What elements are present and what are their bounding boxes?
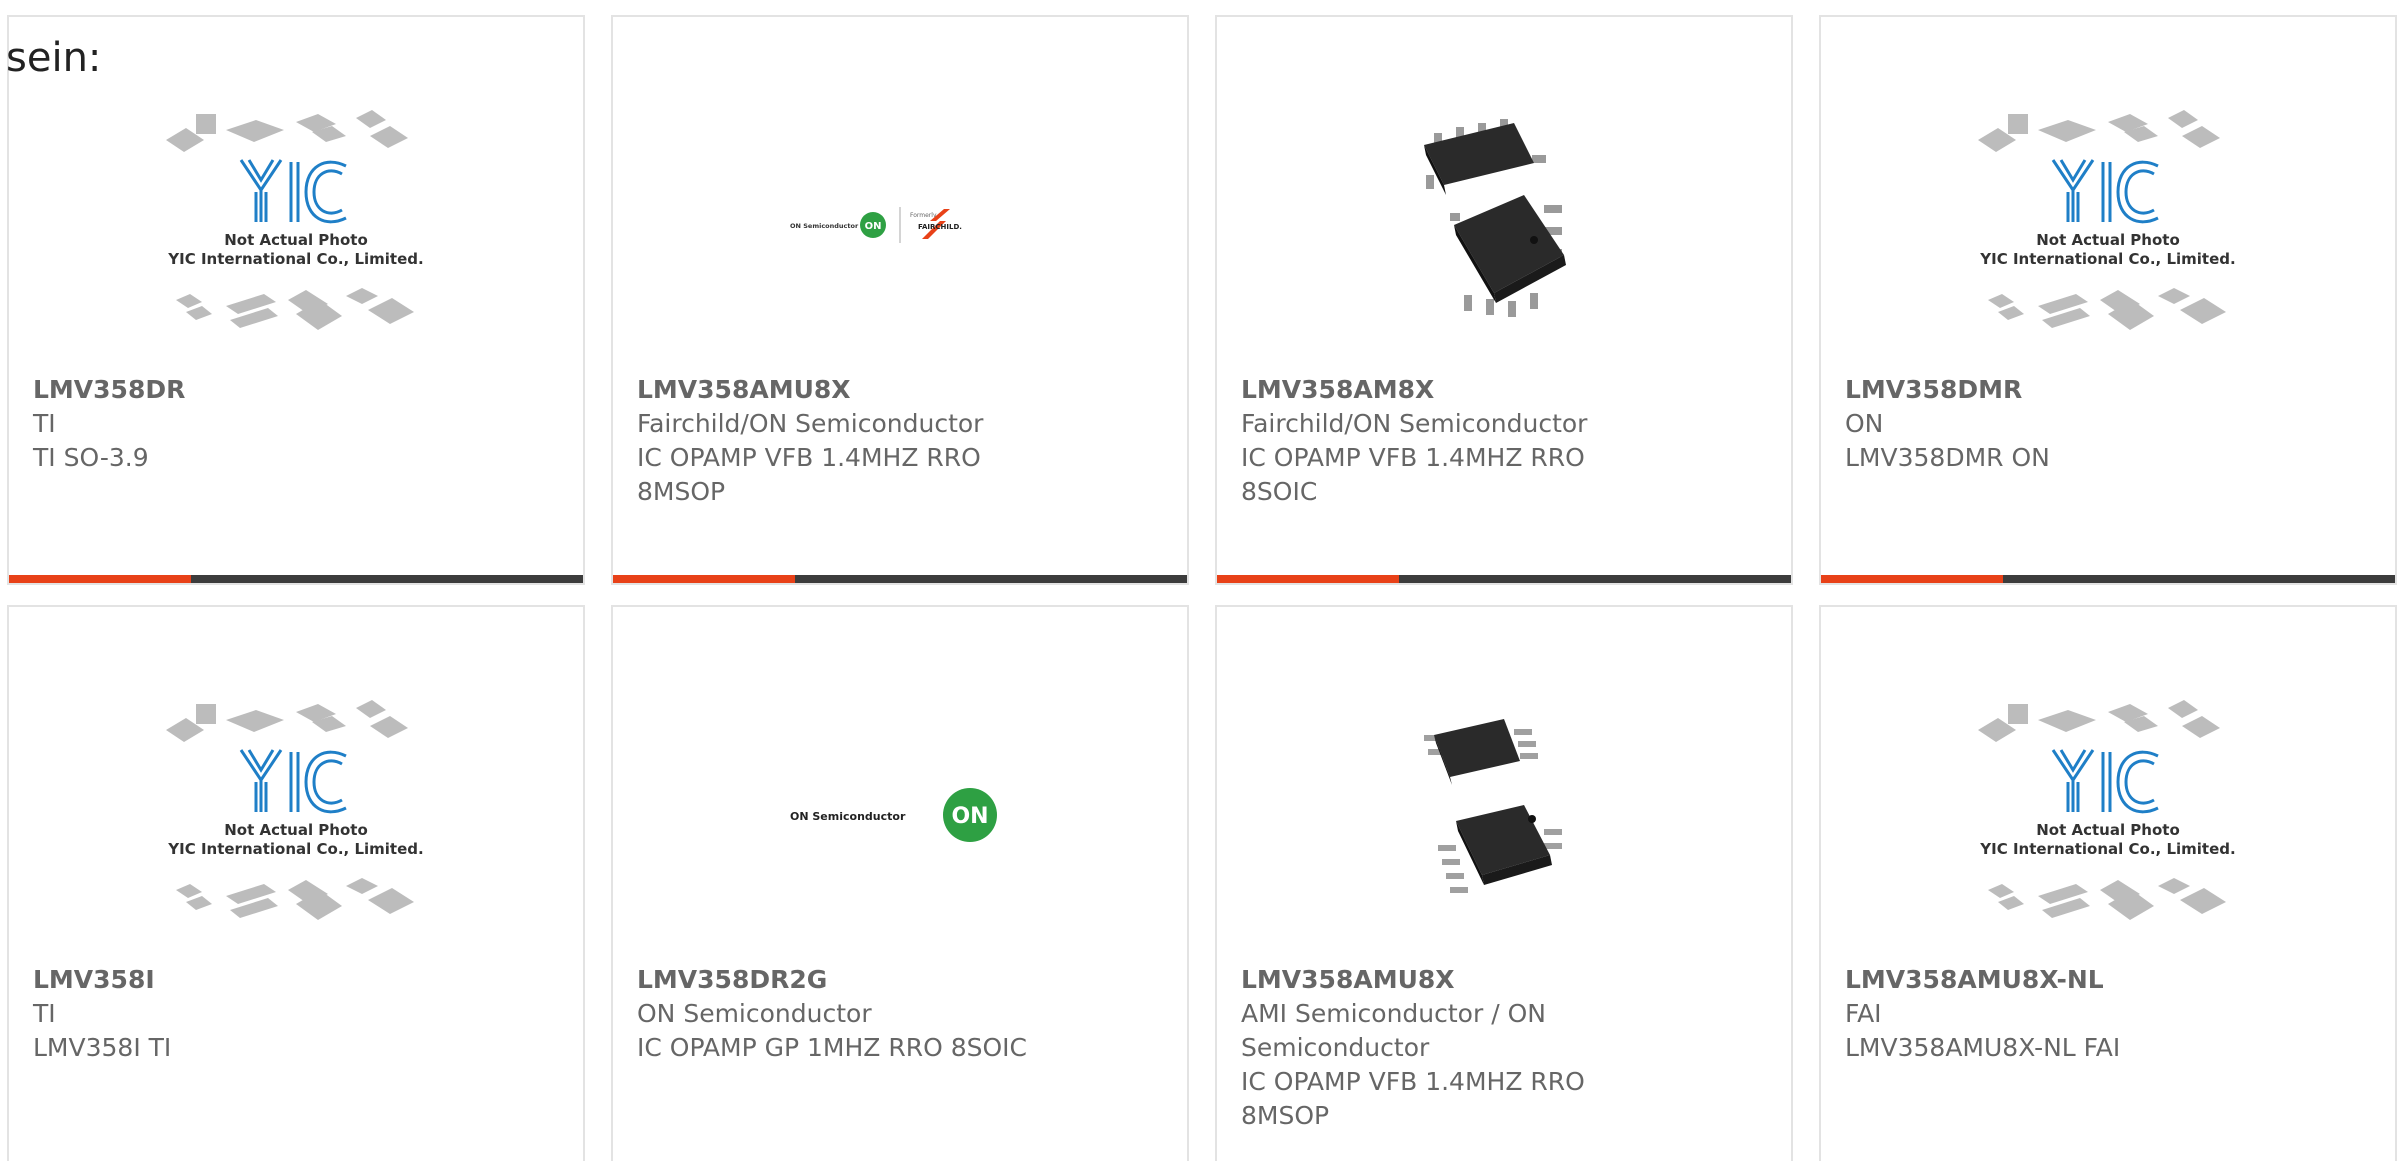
product-info: LMV358AMU8X-NL FAI LMV358AMU8X-NL FAI <box>1845 963 2371 1065</box>
product-description: IC OPAMP GP 1MHZ RRO 8SOIC <box>637 1033 1028 1062</box>
card-bottom-bar <box>1821 575 2395 583</box>
card-bottom-bar <box>9 575 583 583</box>
manufacturer: TI <box>33 409 56 438</box>
placeholder-line2: YIC International Co., Limited. <box>167 250 423 268</box>
product-info: LMV358DMR ON LMV358DMR ON <box>1845 373 2371 475</box>
on-badge-text: ON <box>951 804 988 829</box>
product-card[interactable]: LMV358AMU8X AMI Semiconductor / ON Semic… <box>1215 605 1793 1161</box>
on-fairchild-logo: ON Semiconductor ON Formerly FAIRCHILD. <box>790 207 962 243</box>
yic-placeholder-image: Not Actual Photo YIC International Co., … <box>166 110 424 330</box>
product-grid-page: sein: Not Actual Photo YIC International… <box>0 0 2400 1161</box>
part-number[interactable]: LMV358DR <box>33 373 559 407</box>
intro-text: sein: <box>6 35 102 81</box>
soic-chip-image <box>1424 119 1566 317</box>
manufacturer: ON Semiconductor <box>637 999 872 1028</box>
placeholder-line1: Not Actual Photo <box>224 231 368 249</box>
yic-placeholder-image: Not Actual Photo YIC International Co., … <box>166 700 424 920</box>
product-description: IC OPAMP VFB 1.4MHZ RRO 8SOIC <box>1241 443 1585 506</box>
on-semi-logo: ON Semiconductor ON <box>790 788 997 842</box>
product-info: LMV358DR2G ON Semiconductor IC OPAMP GP … <box>637 963 1163 1065</box>
fairchild-logo-text: FAIRCHILD. <box>918 223 962 231</box>
manufacturer: AMI Semiconductor / ON Semiconductor <box>1241 999 1546 1062</box>
part-number[interactable]: LMV358AMU8X-NL <box>1845 963 2371 997</box>
product-image: Not Actual Photo YIC International Co., … <box>1821 675 2395 955</box>
manufacturer: FAI <box>1845 999 1882 1028</box>
msop-chip-image <box>1424 719 1562 893</box>
card-bar-accent <box>9 575 191 583</box>
product-card[interactable]: Not Actual Photo YIC International Co., … <box>1819 605 2397 1161</box>
product-info: LMV358AMU8X Fairchild/ON Semiconductor I… <box>637 373 1163 509</box>
formerly-text: Formerly <box>910 212 937 219</box>
yic-placeholder-image: Not Actual Photo YIC International Co., … <box>1978 110 2236 330</box>
manufacturer: ON <box>1845 409 1884 438</box>
product-image: Not Actual Photo YIC International Co., … <box>9 85 583 365</box>
product-info: LMV358AMU8X AMI Semiconductor / ON Semic… <box>1241 963 1767 1133</box>
on-badge-text: ON <box>865 221 882 232</box>
on-semi-logo-text: ON Semiconductor <box>790 810 906 823</box>
on-semi-logo-text: ON Semiconductor <box>790 222 859 230</box>
product-info: LMV358DR TI TI SO-3.9 <box>33 373 559 475</box>
yic-placeholder-image: Not Actual Photo YIC International Co., … <box>1978 700 2236 920</box>
part-number[interactable]: LMV358I <box>33 963 559 997</box>
product-card[interactable]: LMV358AM8X Fairchild/ON Semiconductor IC… <box>1215 15 1793 585</box>
product-image: Not Actual Photo YIC International Co., … <box>1821 85 2395 365</box>
product-card[interactable]: Not Actual Photo YIC International Co., … <box>7 15 585 585</box>
product-card[interactable]: Not Actual Photo YIC International Co., … <box>1819 15 2397 585</box>
product-description: LMV358AMU8X-NL FAI <box>1845 1033 2121 1062</box>
product-description: TI SO-3.9 <box>33 443 149 472</box>
product-description: LMV358I TI <box>33 1033 172 1062</box>
card-bottom-bar <box>1217 575 1791 583</box>
placeholder-line1: Not Actual Photo <box>224 821 368 839</box>
product-image: ON Semiconductor ON Formerly FAIRCHILD. <box>613 85 1187 365</box>
placeholder-line2: YIC International Co., Limited. <box>167 840 423 858</box>
placeholder-line2: YIC International Co., Limited. <box>1979 250 2235 268</box>
placeholder-line2: YIC International Co., Limited. <box>1979 840 2235 858</box>
part-number[interactable]: LMV358AMU8X <box>1241 963 1767 997</box>
placeholder-line1: Not Actual Photo <box>2036 231 2180 249</box>
card-bar-accent <box>613 575 795 583</box>
part-number[interactable]: LMV358AMU8X <box>637 373 1163 407</box>
manufacturer: Fairchild/ON Semiconductor <box>1241 409 1588 438</box>
card-bar-accent <box>1217 575 1399 583</box>
product-description: IC OPAMP VFB 1.4MHZ RRO 8MSOP <box>1241 1067 1585 1130</box>
product-info: LMV358I TI LMV358I TI <box>33 963 559 1065</box>
card-bottom-bar <box>613 575 1187 583</box>
part-number[interactable]: LMV358AM8X <box>1241 373 1767 407</box>
part-number[interactable]: LMV358DMR <box>1845 373 2371 407</box>
product-description: LMV358DMR ON <box>1845 443 2050 472</box>
product-info: LMV358AM8X Fairchild/ON Semiconductor IC… <box>1241 373 1767 509</box>
product-card[interactable]: ON Semiconductor ON LMV358DR2G ON Semico… <box>611 605 1189 1161</box>
card-bar-accent <box>1821 575 2003 583</box>
manufacturer: TI <box>33 999 56 1028</box>
placeholder-line1: Not Actual Photo <box>2036 821 2180 839</box>
product-card[interactable]: Not Actual Photo YIC International Co., … <box>7 605 585 1161</box>
product-image <box>1217 85 1791 365</box>
manufacturer: Fairchild/ON Semiconductor <box>637 409 984 438</box>
product-image <box>1217 675 1791 955</box>
product-card[interactable]: ON Semiconductor ON Formerly FAIRCHILD. … <box>611 15 1189 585</box>
part-number[interactable]: LMV358DR2G <box>637 963 1163 997</box>
product-image: ON Semiconductor ON <box>613 675 1187 955</box>
product-image: Not Actual Photo YIC International Co., … <box>9 675 583 955</box>
product-description: IC OPAMP VFB 1.4MHZ RRO 8MSOP <box>637 443 981 506</box>
